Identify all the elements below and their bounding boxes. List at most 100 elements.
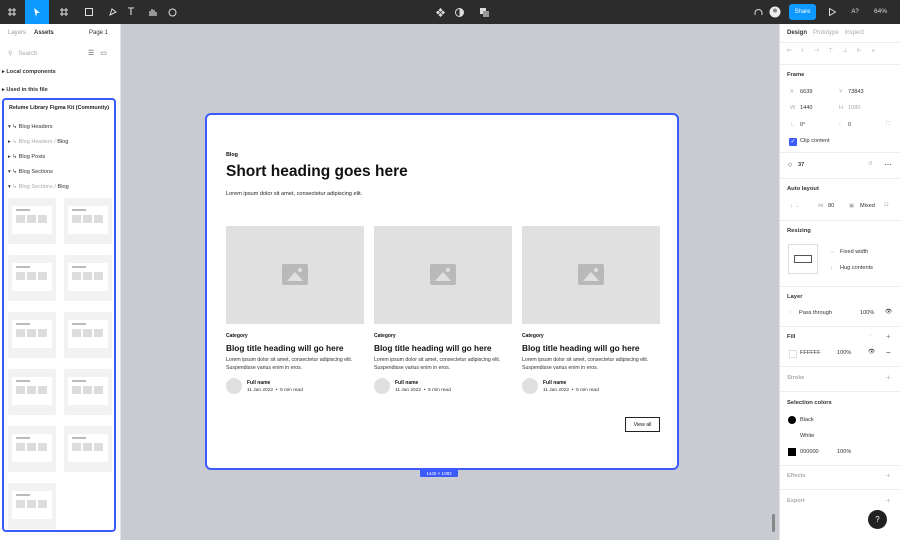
section-local-components[interactable]: ▸ Local components xyxy=(2,69,56,75)
component-thumbnail[interactable] xyxy=(8,369,56,415)
frame-tool-icon[interactable] xyxy=(52,0,76,24)
component-thumbnail[interactable] xyxy=(64,369,112,415)
text-style-icon[interactable]: A? xyxy=(843,0,867,24)
card-title: Blog title heading will go here xyxy=(226,343,344,353)
color-opacity[interactable]: 100% xyxy=(837,449,851,455)
avatar-icon[interactable] xyxy=(763,0,787,24)
color-hex[interactable]: 000000 xyxy=(800,449,819,455)
library-item[interactable]: ▾ ↳ Blog Headers xyxy=(8,124,53,130)
fixed-width-select[interactable]: Fixed width xyxy=(840,249,868,255)
remove-fill-icon[interactable]: − xyxy=(886,348,891,357)
section-used-in-file[interactable]: ▸ Used in this file xyxy=(2,87,48,93)
library-item[interactable]: ▸ ↳ Blog Headers / Blog xyxy=(8,139,68,145)
component-thumbnail[interactable] xyxy=(8,198,56,244)
align-icons[interactable]: ⊨ ⊦ ⊣ ⊤ ⊥ ⊩ ≡ xyxy=(787,48,879,54)
hug-contents-select[interactable]: Hug contents xyxy=(840,265,873,271)
tab-prototype[interactable]: Prototype xyxy=(813,30,839,36)
zoom-level[interactable]: 64% xyxy=(874,8,887,15)
rotation-icon: ∟ xyxy=(790,122,796,128)
add-fill-icon[interactable]: + xyxy=(886,332,891,341)
component-thumbnail[interactable] xyxy=(8,255,56,301)
library-item[interactable]: ▾ ↳ Blog Sections / Blog xyxy=(8,184,69,190)
component-thumbnail[interactable] xyxy=(64,255,112,301)
author-name: Full name xyxy=(395,380,419,386)
item-label: Blog Headers xyxy=(18,124,53,130)
add-stroke-icon[interactable]: + xyxy=(886,373,891,382)
post-meta: 11 Jan 2022 • 5 min read xyxy=(543,388,599,393)
library-item[interactable]: ▸ ↳ Blog Posts xyxy=(8,154,45,160)
resizing-diagram[interactable] xyxy=(788,244,818,274)
post-date: 11 Jan 2022 xyxy=(247,388,274,393)
y-input[interactable]: 73843 xyxy=(848,89,864,95)
black-swatch[interactable] xyxy=(788,416,796,424)
component-thumbnail[interactable] xyxy=(8,483,56,529)
component-thumbnail[interactable] xyxy=(64,198,112,244)
tab-assets[interactable]: Assets xyxy=(34,30,54,36)
auto-layout-label[interactable]: Auto layout xyxy=(787,186,819,192)
fill-hex[interactable]: FFFFFF xyxy=(800,350,821,356)
blog-card[interactable]: Category Blog title heading will go here… xyxy=(522,226,660,394)
tab-design[interactable]: Design xyxy=(787,30,807,36)
white-swatch[interactable] xyxy=(788,432,796,440)
x-input[interactable]: 6639 xyxy=(800,89,812,95)
alignment-icon[interactable]: ⊡ xyxy=(884,202,889,208)
w-input[interactable]: 1440 xyxy=(800,105,812,111)
card-category: Category xyxy=(226,333,248,339)
clip-content-checkbox[interactable]: ✓ xyxy=(789,138,797,146)
component-thumbnail[interactable] xyxy=(64,426,112,472)
component-thumbnail[interactable] xyxy=(64,312,112,358)
post-meta: 11 Jan 2022 • 5 min read xyxy=(247,388,303,393)
color-name: White xyxy=(800,433,815,439)
blend-mode-select[interactable]: Pass through xyxy=(799,310,832,316)
page-selector[interactable]: Page 1 xyxy=(89,30,108,36)
fill-opacity[interactable]: 100% xyxy=(837,350,851,356)
rotation-input[interactable]: 0° xyxy=(800,122,805,128)
library-icon[interactable]: ▭ xyxy=(100,49,107,57)
blog-card[interactable]: Category Blog title heading will go here… xyxy=(374,226,512,394)
card-image xyxy=(226,226,364,324)
frame-dimension-badge: 1440 × 1082 xyxy=(420,469,458,477)
more-icon[interactable]: ⋯ xyxy=(884,160,892,169)
spacing-input[interactable]: 80 xyxy=(828,203,834,209)
view-all-button[interactable]: View all xyxy=(625,417,660,432)
canvas-scrollbar[interactable] xyxy=(772,514,775,532)
component-thumbnail[interactable] xyxy=(8,312,56,358)
help-button[interactable]: ? xyxy=(868,510,887,529)
mask-icon[interactable] xyxy=(447,0,471,24)
instance-value[interactable]: 37 xyxy=(798,162,804,168)
card-excerpt: Lorem ipsum dolor sit amet, consectetur … xyxy=(226,357,353,371)
hex-swatch[interactable] xyxy=(788,448,796,456)
styles-icon[interactable]: ⁘ xyxy=(868,333,873,339)
comment-tool-icon[interactable] xyxy=(160,0,184,24)
tab-layers[interactable]: Layers xyxy=(8,30,26,36)
reset-icon[interactable]: ↺ xyxy=(868,161,873,167)
independent-corners-icon[interactable]: ⛶ xyxy=(886,121,890,128)
move-tool-icon[interactable] xyxy=(25,0,49,24)
library-item[interactable]: ▾ ↳ Blog Sections xyxy=(8,169,53,175)
layer-opacity[interactable]: 100% xyxy=(860,310,874,316)
radius-input[interactable]: 0 xyxy=(848,122,851,128)
h-label: H xyxy=(839,105,844,111)
visibility-icon[interactable]: 👁 xyxy=(885,309,892,315)
add-effect-icon[interactable]: + xyxy=(886,471,891,480)
author-name: Full name xyxy=(543,380,567,386)
padding-input[interactable]: Mixed xyxy=(860,203,875,209)
share-button[interactable]: Share xyxy=(789,4,816,20)
library-title[interactable]: Relume Library Figma Kit (Community) xyxy=(9,105,109,111)
author-avatar xyxy=(522,378,538,394)
add-export-icon[interactable]: + xyxy=(886,496,891,505)
present-icon[interactable] xyxy=(820,0,844,24)
search-input[interactable]: Search xyxy=(18,51,37,57)
blog-card[interactable]: Category Blog title heading will go here… xyxy=(226,226,364,394)
component-thumbnail[interactable] xyxy=(8,426,56,472)
figma-menu-icon[interactable] xyxy=(0,0,24,24)
frame-label[interactable]: Frame xyxy=(787,72,804,78)
boolean-icon[interactable] xyxy=(472,0,496,24)
shape-tool-icon[interactable] xyxy=(77,0,101,24)
fill-visibility-icon[interactable]: 👁 xyxy=(868,349,875,355)
tab-inspect[interactable]: Inspect xyxy=(845,30,864,36)
direction-icon[interactable]: ↓ → xyxy=(790,203,800,209)
h-input[interactable]: 1080 xyxy=(848,105,860,111)
fill-swatch[interactable] xyxy=(789,350,797,358)
list-view-icon[interactable]: ☰ xyxy=(88,49,94,57)
